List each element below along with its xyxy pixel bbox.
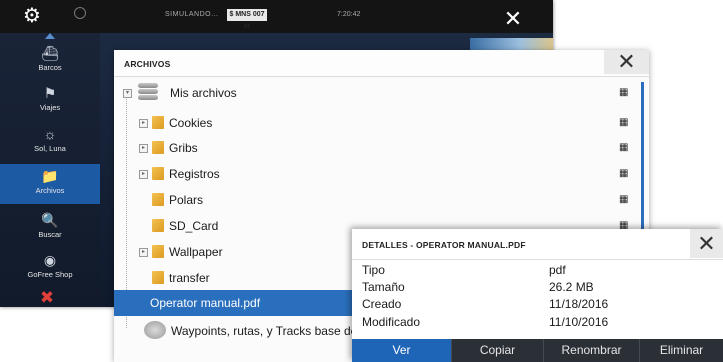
tree-item-label: Gribs xyxy=(169,141,198,155)
sidebar-item-label: Sol, Luna xyxy=(34,144,66,153)
action-bar: Ver Copiar Renombrar Eliminar xyxy=(352,339,723,362)
detail-label: Tipo xyxy=(362,263,385,277)
top-bar: ⚙ SIMULANDO... $ MNS 007 kt 7:20:42 ✕ xyxy=(0,0,553,33)
detail-value: 11/10/2016 xyxy=(549,315,609,329)
collapse-icon[interactable]: ▾ xyxy=(123,89,132,98)
database-icon xyxy=(144,321,166,339)
folder-icon xyxy=(152,193,164,206)
trip-icon: ⚑ xyxy=(43,85,57,101)
expand-icon[interactable]: ▸ xyxy=(139,119,148,128)
close-icon[interactable]: ✕ xyxy=(604,50,649,74)
sidebar-item-archivos[interactable]: 📁 Archivos xyxy=(0,164,100,204)
close-icon[interactable]: ✕ xyxy=(502,8,524,30)
tree-item-label: transfer xyxy=(169,271,210,285)
clock: 7:20:42 xyxy=(337,11,361,18)
sidebar-item-label: Buscar xyxy=(38,230,62,239)
gofree-shop-icon: ◉ xyxy=(43,252,57,268)
sidebar-item-label: Archivos xyxy=(35,186,65,195)
rename-button[interactable]: Renombrar xyxy=(544,339,640,362)
folder-icon xyxy=(152,271,164,284)
sidebar-item-label: GoFree Shop xyxy=(27,270,73,279)
folder-icon: 📁 xyxy=(41,168,59,184)
file-name: Operator manual.pdf xyxy=(150,296,261,310)
delete-button[interactable]: Eliminar xyxy=(640,339,723,362)
list-item[interactable]: ▸ Registros ▦ xyxy=(114,161,642,187)
tree-item-label: SD_Card xyxy=(169,219,219,233)
divider xyxy=(352,259,723,260)
exit-icon[interactable]: ✖ xyxy=(32,289,62,307)
list-item[interactable]: Polars ▦ xyxy=(114,187,642,213)
boat-icon: ⛴ xyxy=(41,45,59,61)
sidebar-item-label: Viajes xyxy=(39,103,61,112)
sidebar-item-label: Barcos xyxy=(38,63,62,72)
speed-readout: $ MNS 007 kt xyxy=(227,9,267,30)
tree-item-label: Cookies xyxy=(169,116,213,130)
item-menu-icon[interactable]: ▦ xyxy=(619,117,629,128)
sidebar-item-sol-luna[interactable]: ☼ Sol, Luna xyxy=(0,122,100,160)
sidebar: ⛴ Barcos ⚑ Viajes ☼ Sol, Luna 📁 Archivos… xyxy=(0,33,100,307)
view-button[interactable]: Ver xyxy=(352,339,452,362)
file-name: Waypoints, rutas, y Tracks base de datos xyxy=(171,324,354,338)
details-panel: DETALLES - OPERATOR MANUAL.PDF ✕ Tipo pd… xyxy=(352,229,723,362)
close-icon[interactable]: ✕ xyxy=(690,229,723,258)
item-menu-icon[interactable]: ▦ xyxy=(619,142,629,153)
item-menu-icon[interactable]: ▦ xyxy=(619,87,629,98)
settings-gear-icon[interactable]: ⚙ xyxy=(20,4,44,28)
list-item[interactable]: ▸ Cookies ▦ xyxy=(114,110,642,136)
sidebar-item-buscar[interactable]: 🔍 Buscar xyxy=(0,208,100,246)
details-title: DETALLES - OPERATOR MANUAL.PDF xyxy=(362,240,526,250)
search-icon: 🔍 xyxy=(41,212,59,228)
detail-label: Tamaño xyxy=(362,280,405,294)
sidebar-item-gofree-shop[interactable]: ◉ GoFree Shop xyxy=(0,248,100,286)
scroll-up-icon[interactable] xyxy=(45,33,55,39)
gps-status-icon xyxy=(74,7,86,19)
tree-item-label: Registros xyxy=(169,167,220,181)
folder-icon xyxy=(152,116,164,129)
sun-moon-icon: ☼ xyxy=(43,126,57,142)
expand-icon[interactable]: ▸ xyxy=(139,144,148,153)
expand-icon[interactable]: ▸ xyxy=(139,248,148,257)
folder-icon xyxy=(152,167,164,180)
tree-root[interactable]: ▾ Mis archivos ▦ xyxy=(114,80,642,106)
sidebar-item-viajes[interactable]: ⚑ Viajes xyxy=(0,81,100,119)
dialog-title: ARCHIVOS xyxy=(124,59,171,69)
item-menu-icon[interactable]: ▦ xyxy=(619,168,629,179)
tree-item-label: Polars xyxy=(169,193,204,207)
simulating-status: SIMULANDO... xyxy=(165,11,219,18)
detail-value: pdf xyxy=(549,263,566,277)
sidebar-item-barcos[interactable]: ⛴ Barcos xyxy=(0,41,100,79)
detail-label: Creado xyxy=(362,297,402,311)
folder-icon xyxy=(152,141,164,154)
tree-item-label: Mis archivos xyxy=(170,86,237,100)
list-item[interactable]: ▸ Gribs ▦ xyxy=(114,135,642,161)
detail-label: Modificado xyxy=(362,315,421,329)
list-item[interactable]: Waypoints, rutas, y Tracks base de datos xyxy=(114,318,354,344)
selected-file-row[interactable]: Operator manual.pdf xyxy=(114,290,354,316)
expand-icon[interactable]: ▸ xyxy=(139,170,148,179)
storage-icon xyxy=(138,83,158,103)
folder-icon xyxy=(152,245,164,258)
item-menu-icon[interactable]: ▦ xyxy=(619,194,629,205)
copy-button[interactable]: Copiar xyxy=(452,339,544,362)
folder-icon xyxy=(152,219,164,232)
detail-value: 11/18/2016 xyxy=(549,297,609,311)
tree-item-label: Wallpaper xyxy=(169,245,223,259)
files-header: ARCHIVOS ✕ xyxy=(114,50,649,77)
detail-value: 26.2 MB xyxy=(549,280,594,294)
